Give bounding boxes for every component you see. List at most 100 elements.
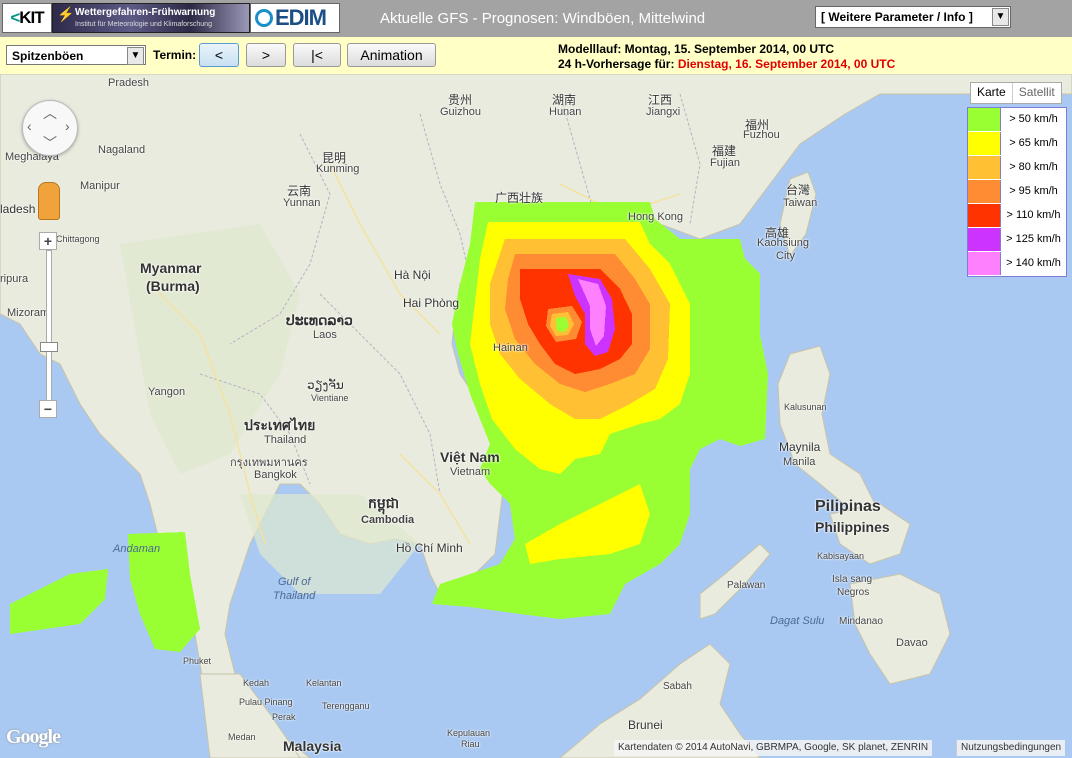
label-kedah: Kedah [243, 678, 270, 688]
label-myanmar: Myanmar [140, 260, 202, 276]
label-kunming: Kunming [316, 163, 360, 175]
forecast-prefix: 24 h-Vorhersage für: [558, 57, 678, 71]
zoom-slider-handle[interactable] [40, 342, 58, 352]
label-cambodia: Cambodia [361, 514, 415, 526]
label-vientiane: Vientiane [311, 393, 349, 403]
legend-label: > 95 km/h [1000, 180, 1066, 203]
label-malaysia: Malaysia [283, 738, 342, 754]
label-laos: Laos [313, 329, 337, 341]
zoom-out-button[interactable]: − [39, 400, 57, 418]
label-yunnan: Yunnan [283, 197, 321, 209]
parameter-select[interactable]: [ Weitere Parameter / Info ] ▼ [815, 6, 1011, 28]
cedim-logo[interactable]: EDIM [250, 3, 340, 33]
next-button[interactable]: > [246, 43, 286, 67]
toolbar: Spitzenböen ▼ Termin: < > |< Animation M… [0, 37, 1072, 74]
chevron-down-icon[interactable]: ▼ [992, 8, 1009, 26]
label-kabisayaan: Kabisayaan [817, 551, 865, 561]
label-brunei: Brunei [628, 718, 663, 732]
label-pradesh: Pradesh [108, 77, 149, 89]
label-negros: Negros [837, 587, 870, 598]
label-riau: Riau [461, 739, 480, 749]
terms-link[interactable]: Nutzungsbedingungen [956, 740, 1066, 756]
label-mizoram: Mizoram [7, 307, 50, 319]
legend-row: > 80 km/h [968, 156, 1066, 180]
legend-label: > 65 km/h [1000, 132, 1066, 155]
pegman-icon[interactable] [38, 182, 60, 220]
wind-legend: > 50 km/h > 65 km/h > 80 km/h > 95 km/h > 11… [967, 107, 1067, 277]
model-run-text: Modelllauf: Montag, 15. September 2014, … [558, 42, 835, 56]
cedim-ring-icon [255, 9, 273, 27]
label-kalusunan: Kalusunan [784, 402, 827, 412]
map-type-control: Karte Satellit [970, 82, 1062, 104]
label-phuket: Phuket [183, 656, 212, 666]
forecast-date: Dienstag, 16. September 2014, 00 UTC [677, 57, 896, 71]
label-haiphong: Hai Phòng [403, 296, 460, 310]
label-vientiane-local: ວຽງຈັນ [307, 378, 344, 392]
lightning-icon: ⚡ [57, 6, 75, 22]
label-fuzhou: Fuzhou [743, 129, 780, 141]
variable-select[interactable]: Spitzenböen ▼ [6, 45, 146, 65]
prev-button[interactable]: < [199, 43, 239, 67]
variable-select-value: Spitzenböen [12, 49, 84, 63]
legend-row: > 125 km/h [968, 228, 1066, 252]
legend-swatch [968, 132, 1000, 155]
label-hochiminh: Hồ Chí Minh [396, 541, 463, 555]
label-kaohsiung: Kaohsiung [757, 237, 809, 249]
legend-label: > 125 km/h [1000, 228, 1066, 251]
label-palawan: Palawan [727, 580, 766, 591]
banner-subtitle: Institut für Meteorologie und Klimaforsc… [75, 21, 212, 28]
label-andaman: Andaman [113, 543, 161, 555]
chevron-down-icon[interactable]: ▼ [127, 47, 144, 65]
label-bangladesh: ladesh [0, 202, 36, 216]
label-medan: Medan [228, 732, 256, 742]
label-vietnam-en: Vietnam [450, 466, 491, 478]
label-islasang: Isla sang [832, 574, 873, 585]
label-maynila: Maynila [779, 440, 821, 454]
zoom-in-button[interactable]: + [39, 232, 57, 250]
animation-button[interactable]: Animation [347, 43, 436, 67]
label-taiwan-cn: 台灣 [786, 183, 811, 197]
run-info: Modelllauf: Montag, 15. September 2014, … [558, 42, 895, 72]
pan-control[interactable]: ︿ ﹀ ‹ › [22, 100, 78, 156]
label-yangon: Yangon [148, 386, 186, 398]
label-laos-local: ປະເທດລາວ [286, 312, 353, 328]
google-logo[interactable]: Google [6, 726, 61, 749]
chevron-left-icon[interactable]: ‹ [27, 118, 32, 134]
label-hunan: Hunan [549, 106, 582, 118]
label-nagaland: Nagaland [98, 144, 146, 156]
zoom-slider-track[interactable] [46, 250, 52, 402]
warning-banner-logo[interactable]: ⚡ Wettergefahren-Frühwarnung Institut fü… [52, 3, 250, 33]
cedim-logo-text: EDIM [275, 5, 327, 30]
map-canvas[interactable]: Pradesh Meghalaya Nagaland Manipur lades… [0, 74, 1072, 758]
legend-label: > 80 km/h [1000, 156, 1066, 179]
label-kepulauan: Kepulauan [447, 728, 491, 738]
map-type-satellite[interactable]: Satellit [1011, 83, 1061, 103]
map-type-karte[interactable]: Karte [971, 83, 1012, 103]
legend-swatch [968, 252, 1000, 275]
chevron-up-icon[interactable]: ︿ [43, 103, 57, 123]
legend-swatch [968, 228, 1000, 251]
legend-label: > 50 km/h [1000, 108, 1066, 131]
map-basemap [0, 74, 1072, 758]
legend-row: > 140 km/h [968, 252, 1066, 276]
label-taiwan: Taiwan [783, 197, 818, 209]
label-bangkok: Bangkok [254, 469, 297, 481]
label-sabah: Sabah [663, 681, 692, 692]
chevron-right-icon[interactable]: › [65, 118, 70, 134]
label-davao: Davao [896, 637, 928, 649]
kit-logo-text: KIT [19, 8, 44, 27]
label-burma: (Burma) [146, 278, 200, 294]
label-guizhou: Guizhou [440, 106, 481, 118]
label-city: City [776, 250, 795, 262]
kit-logo[interactable]: < KIT [2, 3, 52, 33]
label-fujian: Fujian [710, 157, 740, 169]
chevron-down-icon[interactable]: ﹀ [43, 133, 57, 153]
forecast-line: 24 h-Vorhersage für: Dienstag, 16. Septe… [558, 57, 895, 72]
first-button[interactable]: |< [293, 43, 341, 67]
label-philippines: Philippines [815, 519, 890, 535]
legend-swatch [968, 204, 1000, 227]
label-pilipinas: Pilipinas [815, 498, 881, 515]
label-manipur: Manipur [80, 180, 120, 192]
label-hainan: Hainan [493, 342, 528, 354]
legend-row: > 110 km/h [968, 204, 1066, 228]
